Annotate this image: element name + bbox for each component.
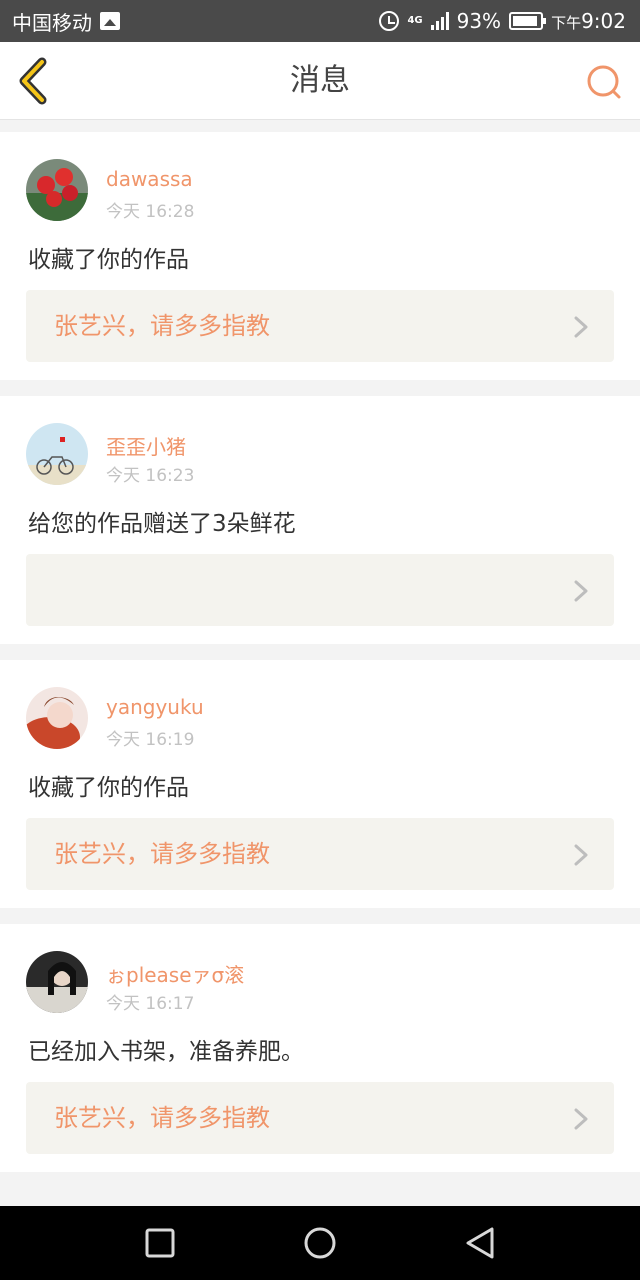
signal-icon bbox=[430, 12, 449, 30]
work-link[interactable]: 张艺兴，请多多指教 bbox=[26, 290, 614, 362]
dark-portrait-avatar-image bbox=[26, 951, 88, 1013]
system-back-button[interactable] bbox=[460, 1223, 500, 1263]
carrier-name: 中国移动 bbox=[12, 10, 92, 35]
bicycle-avatar-image bbox=[26, 423, 88, 485]
system-nav-bar bbox=[0, 1206, 640, 1280]
work-link[interactable]: 张艺兴，请多多指教 bbox=[26, 818, 614, 890]
clock: 下午9:02 bbox=[551, 9, 626, 33]
status-bar: 中国移动 4G 93% 下午9:02 bbox=[0, 0, 640, 42]
search-icon bbox=[587, 65, 621, 99]
portrait-avatar-image bbox=[26, 687, 88, 749]
avatar[interactable] bbox=[26, 951, 88, 1013]
work-title: 张艺兴，请多多指教 bbox=[54, 1104, 270, 1132]
timestamp: 今天 16:19 bbox=[106, 730, 195, 750]
back-triangle-icon bbox=[466, 1227, 494, 1259]
username[interactable]: dawassa bbox=[106, 167, 193, 191]
page-title: 消息 bbox=[290, 63, 350, 98]
roses-avatar-image bbox=[26, 159, 88, 221]
message-card: yangyuku 今天 16:19 收藏了你的作品 张艺兴，请多多指教 bbox=[0, 660, 640, 908]
timestamp: 今天 16:23 bbox=[106, 466, 195, 486]
recent-apps-icon bbox=[145, 1228, 175, 1258]
status-right: 4G 93% 下午9:02 bbox=[379, 0, 626, 42]
username[interactable]: ぉpleaseァσ滚 bbox=[106, 959, 244, 988]
chevron-right-icon bbox=[574, 316, 588, 338]
message-text: 已经加入书架，准备养肥。 bbox=[28, 1039, 304, 1065]
username[interactable]: 歪歪小猪 bbox=[106, 431, 186, 460]
chevron-right-icon bbox=[574, 580, 588, 602]
work-title: 张艺兴，请多多指教 bbox=[54, 840, 270, 868]
message-text: 收藏了你的作品 bbox=[28, 775, 189, 801]
clock-time: 9:02 bbox=[581, 9, 626, 33]
chevron-right-icon bbox=[574, 1108, 588, 1130]
search-button[interactable] bbox=[584, 62, 624, 102]
timestamp: 今天 16:17 bbox=[106, 994, 195, 1014]
message-list: dawassa 今天 16:28 收藏了你的作品 张艺兴，请多多指教 歪歪小猪 … bbox=[0, 132, 640, 1188]
avatar[interactable] bbox=[26, 687, 88, 749]
back-button[interactable] bbox=[14, 56, 58, 106]
status-left: 中国移动 bbox=[12, 0, 120, 42]
message-card: ぉpleaseァσ滚 今天 16:17 已经加入书架，准备养肥。 张艺兴，请多多… bbox=[0, 924, 640, 1172]
timestamp: 今天 16:28 bbox=[106, 202, 195, 222]
message-text: 收藏了你的作品 bbox=[28, 247, 189, 273]
message-card: 歪歪小猪 今天 16:23 给您的作品赠送了3朵鲜花 bbox=[0, 396, 640, 644]
chevron-left-icon bbox=[19, 57, 47, 105]
avatar[interactable] bbox=[26, 159, 88, 221]
message-text: 给您的作品赠送了3朵鲜花 bbox=[28, 511, 296, 537]
alarm-icon bbox=[379, 11, 400, 31]
battery-percent: 93% bbox=[456, 9, 502, 33]
image-notification-icon bbox=[100, 12, 120, 30]
battery-icon bbox=[509, 12, 547, 30]
chevron-right-icon bbox=[574, 844, 588, 866]
message-card: dawassa 今天 16:28 收藏了你的作品 张艺兴，请多多指教 bbox=[0, 132, 640, 380]
network-type: 4G bbox=[407, 15, 423, 26]
work-link[interactable]: 张艺兴，请多多指教 bbox=[26, 1082, 614, 1154]
home-icon bbox=[304, 1227, 336, 1259]
app-header: 消息 bbox=[0, 42, 640, 120]
work-link[interactable] bbox=[26, 554, 614, 626]
avatar[interactable] bbox=[26, 423, 88, 485]
username[interactable]: yangyuku bbox=[106, 695, 204, 719]
home-button[interactable] bbox=[300, 1223, 340, 1263]
work-title: 张艺兴，请多多指教 bbox=[54, 312, 270, 340]
clock-period: 下午 bbox=[551, 14, 582, 32]
recent-apps-button[interactable] bbox=[140, 1223, 180, 1263]
